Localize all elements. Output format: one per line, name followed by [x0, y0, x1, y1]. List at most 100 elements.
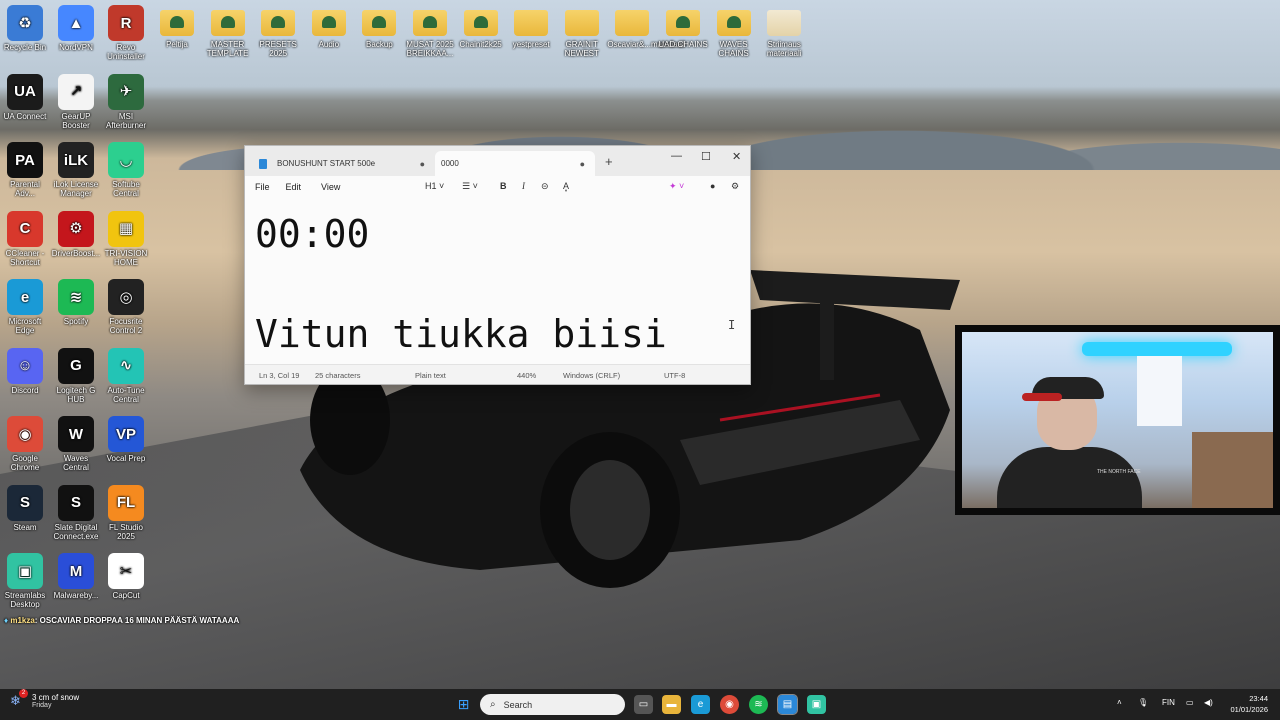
desktop-folder[interactable]: Audio — [304, 5, 354, 49]
bold-button[interactable]: B — [500, 181, 507, 191]
chrome-icon: ◉ — [7, 416, 43, 452]
desktop-shortcut[interactable]: ▣ Streamlabs Desktop — [0, 553, 50, 609]
shortcut-label: Google Chrome — [10, 454, 40, 472]
shortcut-label: Streamlabs Desktop — [4, 591, 46, 609]
desktop-shortcut[interactable]: G Logitech G HUB — [51, 347, 101, 404]
clear-format-icon[interactable]: A͓ — [563, 181, 569, 191]
shortcut-label: GearUP Booster — [61, 111, 91, 130]
folder-icon — [666, 10, 700, 36]
edge-taskbar-icon[interactable]: e — [691, 695, 710, 714]
clock[interactable]: 23:44 01/01/2026 — [1230, 693, 1268, 715]
maximize-button[interactable]: ☐ — [701, 150, 711, 163]
desktop-shortcut[interactable]: ▲ NordVPN — [51, 5, 101, 52]
text-format[interactable]: Plain text — [415, 371, 446, 380]
desktop-shortcut[interactable]: FL FL Studio 2025 — [101, 484, 151, 541]
desktop-shortcut[interactable]: C CCleaner - Shortcut — [0, 210, 50, 267]
desktop-shortcut[interactable]: ✂ CapCut — [101, 553, 151, 600]
folder-label: UAD CHAINS — [658, 40, 708, 49]
desktop-shortcut[interactable]: M Malwareby... — [51, 553, 101, 600]
desktop-shortcut[interactable]: e Microsoft Edge — [0, 279, 50, 335]
encoding[interactable]: UTF-8 — [664, 371, 685, 380]
link-icon[interactable]: ⊝ — [541, 181, 549, 192]
desktop-shortcut[interactable]: ⚙ DriverBoost... — [51, 210, 101, 258]
desktop-shortcut[interactable]: ≋ Spotify — [51, 279, 101, 326]
network-icon[interactable]: ▭ — [1186, 698, 1194, 707]
search-box[interactable]: ⌕ Search — [480, 694, 625, 715]
task-view-icon[interactable]: ▭ — [634, 695, 653, 714]
close-button[interactable]: ✕ — [732, 150, 741, 163]
desktop-shortcut[interactable]: ▦ TRI-VISION HOME — [101, 210, 151, 267]
spotify-taskbar-icon[interactable]: ≋ — [749, 695, 768, 714]
desktop-folder[interactable]: Oscaviar&...materiaali — [607, 5, 686, 49]
desktop-shortcut[interactable]: W Waves Central — [51, 416, 101, 472]
copilot-icon[interactable]: ✦ ˅ — [669, 181, 684, 192]
chrome-taskbar-icon[interactable]: ◉ — [720, 695, 739, 714]
list-button[interactable]: ☰ ˅ — [462, 181, 478, 192]
desktop-shortcut[interactable]: ♻ Recycle Bin — [0, 5, 50, 52]
tab-0000[interactable]: 0000 ● — [435, 151, 595, 176]
show-hidden-icons[interactable]: ˄ — [1117, 698, 1122, 707]
desktop-folder[interactable]: Chainit2k25 — [456, 5, 506, 49]
menu-file[interactable]: File — [255, 182, 270, 192]
capcut-icon: ✂ — [108, 553, 144, 589]
heading-button[interactable]: H1 ˅ — [425, 181, 444, 191]
desktop-shortcut[interactable]: S Slate Digital Connect.exe — [51, 484, 101, 541]
desktop-shortcut[interactable]: UA UA Connect — [0, 73, 50, 121]
desktop-shortcut[interactable]: R Revo Uninstaller — [101, 5, 151, 61]
editor-line-1: 00:00 — [255, 212, 370, 256]
desktop-shortcut[interactable]: iLK iLok License Manager — [51, 142, 101, 198]
desktop-shortcut[interactable]: VP Vocal Prep — [101, 416, 151, 463]
volume-icon[interactable]: ◀) — [1204, 698, 1213, 707]
desktop-shortcut[interactable]: PA Parental Adv... — [0, 142, 50, 198]
streamlabs-taskbar-icon[interactable]: ▣ — [807, 695, 826, 714]
desktop-folder[interactable]: Striimaus materiaali — [759, 5, 809, 58]
file-explorer-icon[interactable]: ▬ — [662, 695, 681, 714]
gearup-icon: ↗ — [58, 73, 94, 110]
notepad-window: BONUSHUNT START 500e ● 0000 ● + — ☐ ✕ Fi… — [244, 145, 751, 385]
start-windows-icon[interactable]: ⊞ — [454, 695, 473, 714]
desktop-folder[interactable]: GRAINIT NEWEST — [557, 5, 607, 58]
fl-studio-icon: FL — [108, 484, 144, 521]
text-editor[interactable]: 00:00 Vitun tiukka biisi I — [245, 202, 750, 362]
revo-uninstaller-icon: R — [108, 5, 144, 41]
editor-line-2: Vitun tiukka biisi — [255, 312, 667, 356]
desktop-shortcut[interactable]: ☺ Discord — [0, 347, 50, 395]
desktop-folder[interactable]: MASTER TEMPLATE — [203, 5, 253, 58]
tab-bonushunt[interactable]: BONUSHUNT START 500e ● — [249, 151, 435, 176]
desktop-folder[interactable]: Peltija — [152, 5, 202, 49]
shortcut-label: Logitech G HUB — [56, 385, 96, 404]
shortcut-label: Parental Adv... — [10, 180, 40, 198]
desktop-folder[interactable]: Backup — [354, 5, 404, 49]
unsaved-dot-icon: ● — [419, 158, 425, 169]
menu-edit[interactable]: Edit — [286, 182, 302, 192]
italic-button[interactable]: I — [522, 181, 525, 191]
settings-gear-icon[interactable]: ⚙ — [731, 181, 739, 192]
desktop-folder[interactable]: PRESETS 2025 — [253, 5, 303, 58]
notification-badge: 2 — [19, 689, 28, 698]
new-tab-button[interactable]: + — [605, 154, 613, 169]
desktop-shortcut[interactable]: ↗ GearUP Booster — [51, 73, 101, 130]
desktop-folder[interactable]: UAD CHAINS — [658, 5, 708, 49]
folder-label: Striimaus materiaali — [766, 40, 802, 58]
shortcut-label: UA Connect — [3, 111, 47, 121]
led-strip — [1082, 342, 1232, 356]
minimize-button[interactable]: — — [671, 150, 682, 162]
menu-view[interactable]: View — [321, 182, 340, 192]
desktop-shortcut[interactable]: ◉ Google Chrome — [0, 416, 50, 472]
account-icon[interactable]: ● — [710, 181, 715, 191]
desktop-shortcut[interactable]: ∿ Auto-Tune Central — [101, 347, 151, 404]
msi-afterburner-icon: ✈ — [108, 73, 144, 110]
language-indicator[interactable]: FIN — [1162, 698, 1175, 707]
desktop-folder[interactable]: MUSAT 2025 BREIKKAA... — [405, 5, 455, 58]
weather-widget[interactable]: ❄ 2 3 cm of snow Friday — [10, 689, 79, 709]
zoom-level[interactable]: 440% — [517, 371, 536, 380]
notepad-taskbar-icon[interactable]: ▤ — [777, 694, 798, 715]
desktop-shortcut[interactable]: ✈ MSI Afterburner — [101, 73, 151, 130]
desktop-folder[interactable]: yestpreset — [506, 5, 556, 49]
line-ending[interactable]: Windows (CRLF) — [563, 371, 620, 380]
desktop-shortcut[interactable]: ◡ Softube Central — [101, 142, 151, 198]
microphone-icon[interactable]: 🎙 — [1138, 698, 1148, 707]
desktop-shortcut[interactable]: ◎ Focusrite Control 2 — [101, 279, 151, 335]
desktop-folder[interactable]: WAVES CHAINS — [709, 5, 759, 58]
desktop-shortcut[interactable]: S Steam — [0, 484, 50, 532]
